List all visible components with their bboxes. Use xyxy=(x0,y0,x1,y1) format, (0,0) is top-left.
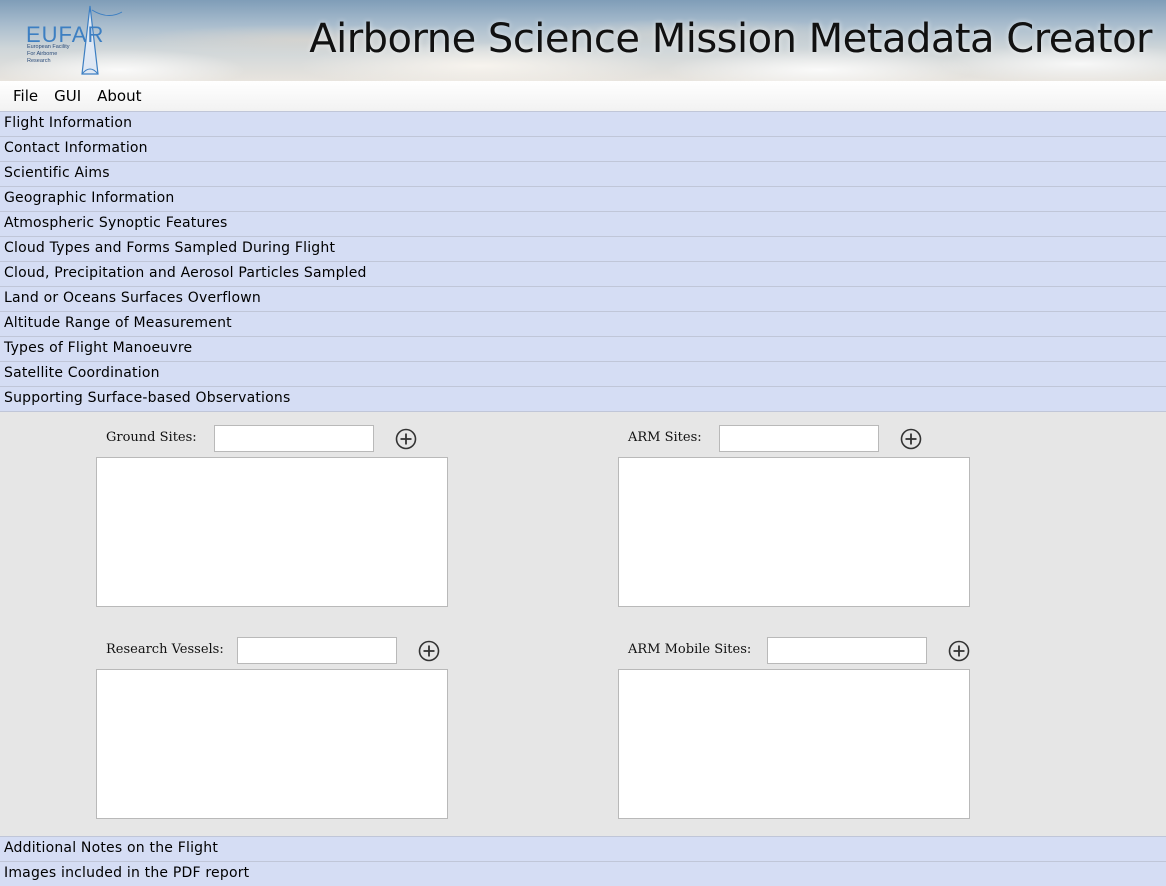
eufar-logo: EUFAR European Facility For Airborne Res… xyxy=(22,4,132,78)
section-atmospheric-synoptic-features[interactable]: Atmospheric Synoptic Features xyxy=(0,211,1166,236)
section-images-pdf[interactable]: Images included in the PDF report xyxy=(0,861,1166,886)
app-title: Airborne Science Mission Metadata Creato… xyxy=(309,16,1152,62)
ground-sites-list[interactable] xyxy=(96,457,448,607)
menu-about[interactable]: About xyxy=(89,81,149,112)
section-additional-notes[interactable]: Additional Notes on the Flight xyxy=(0,836,1166,861)
menu-bar: File GUI About xyxy=(0,81,1166,112)
section-surface-observations[interactable]: Supporting Surface-based Observations xyxy=(0,386,1166,411)
ground-sites-label: Ground Sites: xyxy=(106,430,197,445)
surface-observations-panel: Ground Sites: ARM Sites: Research Vessel… xyxy=(0,411,1166,836)
research-vessels-add-button[interactable] xyxy=(418,640,440,662)
arm-mobile-sites-add-button[interactable] xyxy=(948,640,970,662)
section-contact-information[interactable]: Contact Information xyxy=(0,136,1166,161)
ground-sites-add-button[interactable] xyxy=(395,428,417,450)
arm-mobile-sites-label: ARM Mobile Sites: xyxy=(628,642,752,657)
arm-sites-add-button[interactable] xyxy=(900,428,922,450)
section-scientific-aims[interactable]: Scientific Aims xyxy=(0,161,1166,186)
arm-sites-input[interactable] xyxy=(719,425,879,452)
research-vessels-label: Research Vessels: xyxy=(106,642,224,657)
section-flight-information[interactable]: Flight Information xyxy=(0,111,1166,136)
section-altitude-range[interactable]: Altitude Range of Measurement xyxy=(0,311,1166,336)
arm-mobile-sites-input[interactable] xyxy=(767,637,927,664)
section-flight-manoeuvre[interactable]: Types of Flight Manoeuvre xyxy=(0,336,1166,361)
section-geographic-information[interactable]: Geographic Information xyxy=(0,186,1166,211)
section-cloud-precip-aerosol[interactable]: Cloud, Precipitation and Aerosol Particl… xyxy=(0,261,1166,286)
ground-sites-input[interactable] xyxy=(214,425,374,452)
arm-sites-label: ARM Sites: xyxy=(628,430,702,445)
section-satellite-coordination[interactable]: Satellite Coordination xyxy=(0,361,1166,386)
arm-mobile-sites-list[interactable] xyxy=(618,669,970,819)
menu-file[interactable]: File xyxy=(5,81,46,112)
research-vessels-list[interactable] xyxy=(96,669,448,819)
logo-subtitle: European Facility For Airborne Research xyxy=(27,44,70,64)
arm-sites-list[interactable] xyxy=(618,457,970,607)
app-banner: EUFAR European Facility For Airborne Res… xyxy=(0,0,1166,81)
research-vessels-input[interactable] xyxy=(237,637,397,664)
section-cloud-types[interactable]: Cloud Types and Forms Sampled During Fli… xyxy=(0,236,1166,261)
menu-gui[interactable]: GUI xyxy=(46,81,89,112)
section-land-ocean[interactable]: Land or Oceans Surfaces Overflown xyxy=(0,286,1166,311)
